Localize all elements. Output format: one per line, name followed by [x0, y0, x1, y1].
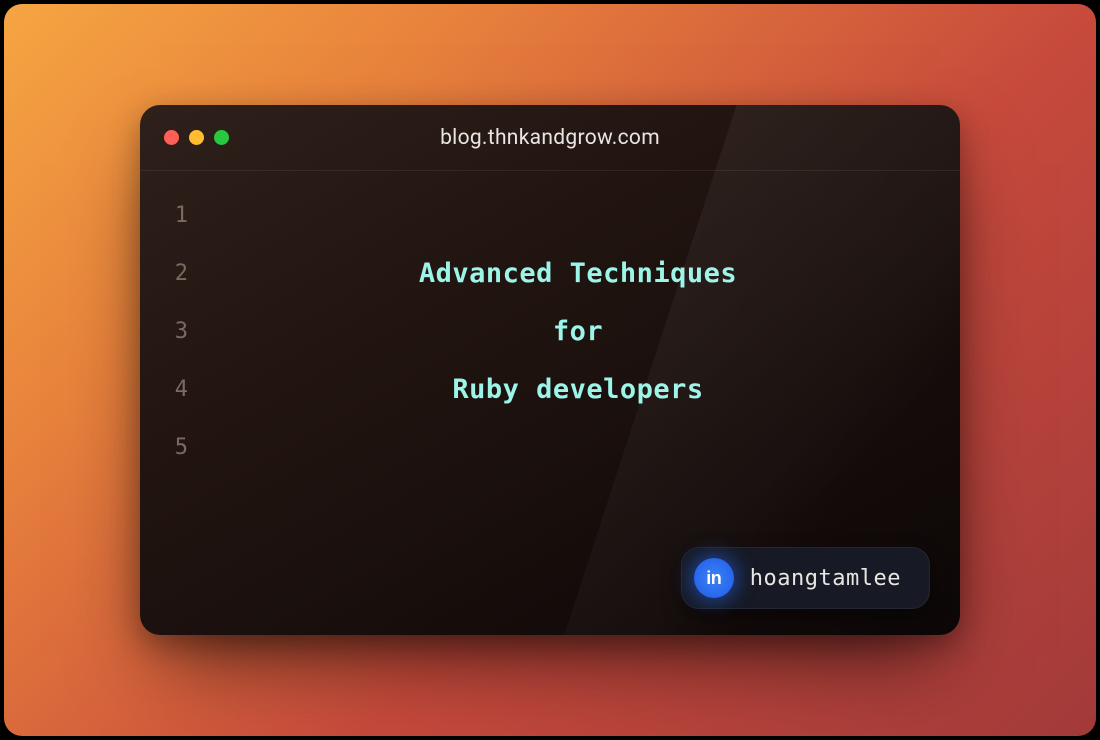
- line-number: 1: [170, 199, 188, 233]
- gradient-canvas: blog.thnkandgrow.com 1 2 3 4 5 Advanced …: [4, 4, 1096, 736]
- code-line: [226, 199, 930, 233]
- line-number: 4: [170, 373, 188, 407]
- traffic-lights-group: [164, 130, 229, 145]
- linkedin-icon: in: [694, 558, 734, 598]
- line-number: 3: [170, 315, 188, 349]
- maximize-icon[interactable]: [214, 130, 229, 145]
- editor-pane: 1 2 3 4 5 Advanced Techniques for Ruby d…: [140, 171, 960, 495]
- code-line: [226, 431, 930, 465]
- social-link-pill[interactable]: in hoangtamlee: [681, 547, 930, 609]
- minimize-icon[interactable]: [189, 130, 204, 145]
- code-line: for: [226, 315, 930, 349]
- social-handle: hoangtamlee: [750, 566, 901, 591]
- line-number: 5: [170, 431, 188, 465]
- window-title: blog.thnkandgrow.com: [440, 126, 660, 150]
- line-number: 2: [170, 257, 188, 291]
- code-line: Ruby developers: [226, 373, 930, 407]
- line-number-gutter: 1 2 3 4 5: [170, 195, 188, 465]
- code-window: blog.thnkandgrow.com 1 2 3 4 5 Advanced …: [140, 105, 960, 635]
- window-titlebar: blog.thnkandgrow.com: [140, 105, 960, 171]
- code-line: Advanced Techniques: [226, 257, 930, 291]
- code-content: Advanced Techniques for Ruby developers: [226, 195, 930, 465]
- linkedin-icon-text: in: [706, 568, 721, 589]
- close-icon[interactable]: [164, 130, 179, 145]
